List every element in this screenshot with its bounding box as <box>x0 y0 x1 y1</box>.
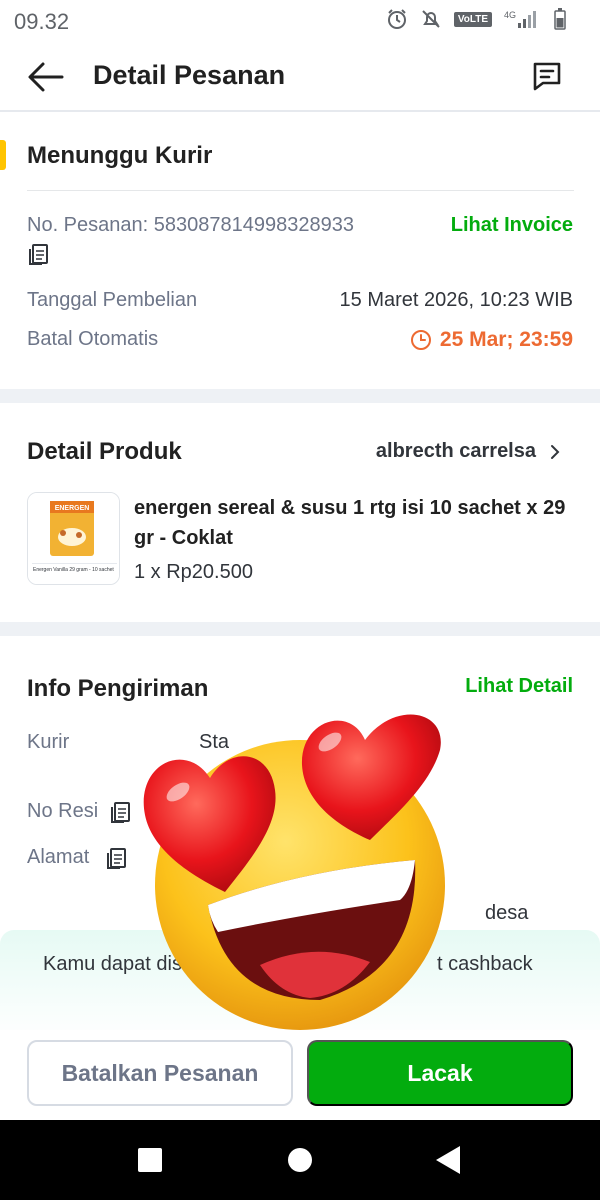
product-caption-text: Energen Vanilla 29 gram - 10 sachet <box>33 567 114 573</box>
invoice-link[interactable]: Lihat Invoice <box>451 214 573 237</box>
status-bar: 09.32 VoLTE 4G <box>0 0 600 42</box>
copy-tracking-button[interactable] <box>110 800 132 829</box>
tracking-label: No Resi <box>27 800 99 822</box>
address-value: desa <box>485 902 529 924</box>
chevron-right-icon <box>551 444 560 459</box>
home-icon[interactable] <box>288 1148 312 1172</box>
purchase-date-label: Tanggal Pembelian <box>27 289 198 311</box>
order-number: No. Pesanan: 583087814998328933 <box>27 214 354 236</box>
arrow-left-icon <box>28 62 64 92</box>
product-section-title: Detail Produk <box>27 438 182 465</box>
copy-icon <box>111 802 130 823</box>
product-image: ENERGEN Energen Vanilla 29 gram - 10 sac… <box>28 493 119 584</box>
cancel-order-button[interactable]: Batalkan Pesanan <box>27 1040 293 1106</box>
product-thumbnail[interactable]: ENERGEN Energen Vanilla 29 gram - 10 sac… <box>27 492 120 585</box>
status-accent-bar <box>0 140 6 170</box>
shipping-detail-link[interactable]: Lihat Detail <box>465 675 573 698</box>
mute-bell-icon <box>422 10 440 28</box>
product-name[interactable]: energen sereal & susu 1 rtg isi 10 sache… <box>134 493 574 553</box>
clock-icon <box>410 330 431 350</box>
status-time: 09.32 <box>14 9 70 34</box>
address-label: Alamat <box>27 846 90 868</box>
alarm-icon <box>387 9 406 29</box>
auto-cancel-countdown: 25 Mar; 23:59 <box>410 328 573 352</box>
order-status-title: Menunggu Kurir <box>27 142 213 169</box>
product-brand-text: ENERGEN <box>55 505 90 512</box>
chat-icon <box>533 62 561 91</box>
chat-button[interactable] <box>530 59 564 93</box>
copy-address-button[interactable] <box>106 846 128 875</box>
purchase-date-value: 15 Maret 2026, 10:23 WIB <box>339 289 573 311</box>
back-button[interactable] <box>26 60 66 94</box>
app-header: Detail Pesanan <box>0 42 600 112</box>
status-icons: VoLTE 4G <box>386 8 566 30</box>
courier-label: Kurir <box>27 731 70 753</box>
auto-cancel-value: 25 Mar; 23:59 <box>439 328 573 351</box>
recents-icon[interactable] <box>138 1148 162 1172</box>
page-title: Detail Pesanan <box>93 60 286 90</box>
copy-icon <box>107 848 126 869</box>
section-divider <box>0 622 600 636</box>
svg-text:4G: 4G <box>504 10 516 20</box>
shipping-section-title: Info Pengiriman <box>27 675 209 702</box>
section-divider <box>0 389 600 403</box>
battery-icon <box>554 8 566 30</box>
auto-cancel-label: Batal Otomatis <box>27 328 159 350</box>
divider <box>27 190 574 191</box>
copy-order-number-button[interactable] <box>28 242 50 271</box>
copy-icon <box>29 244 48 265</box>
back-triangle-icon[interactable] <box>436 1146 460 1174</box>
seller-link[interactable]: albrecth carrelsa <box>376 440 560 463</box>
seller-name: albrecth carrelsa <box>375 440 536 462</box>
signal-icon: 4G <box>504 10 536 28</box>
product-quantity-price: 1 x Rp20.500 <box>134 561 253 583</box>
track-button[interactable]: Lacak <box>307 1040 573 1106</box>
volte-badge: VoLTE <box>453 11 492 27</box>
heart-eyes-emoji-sticker <box>143 714 445 1030</box>
